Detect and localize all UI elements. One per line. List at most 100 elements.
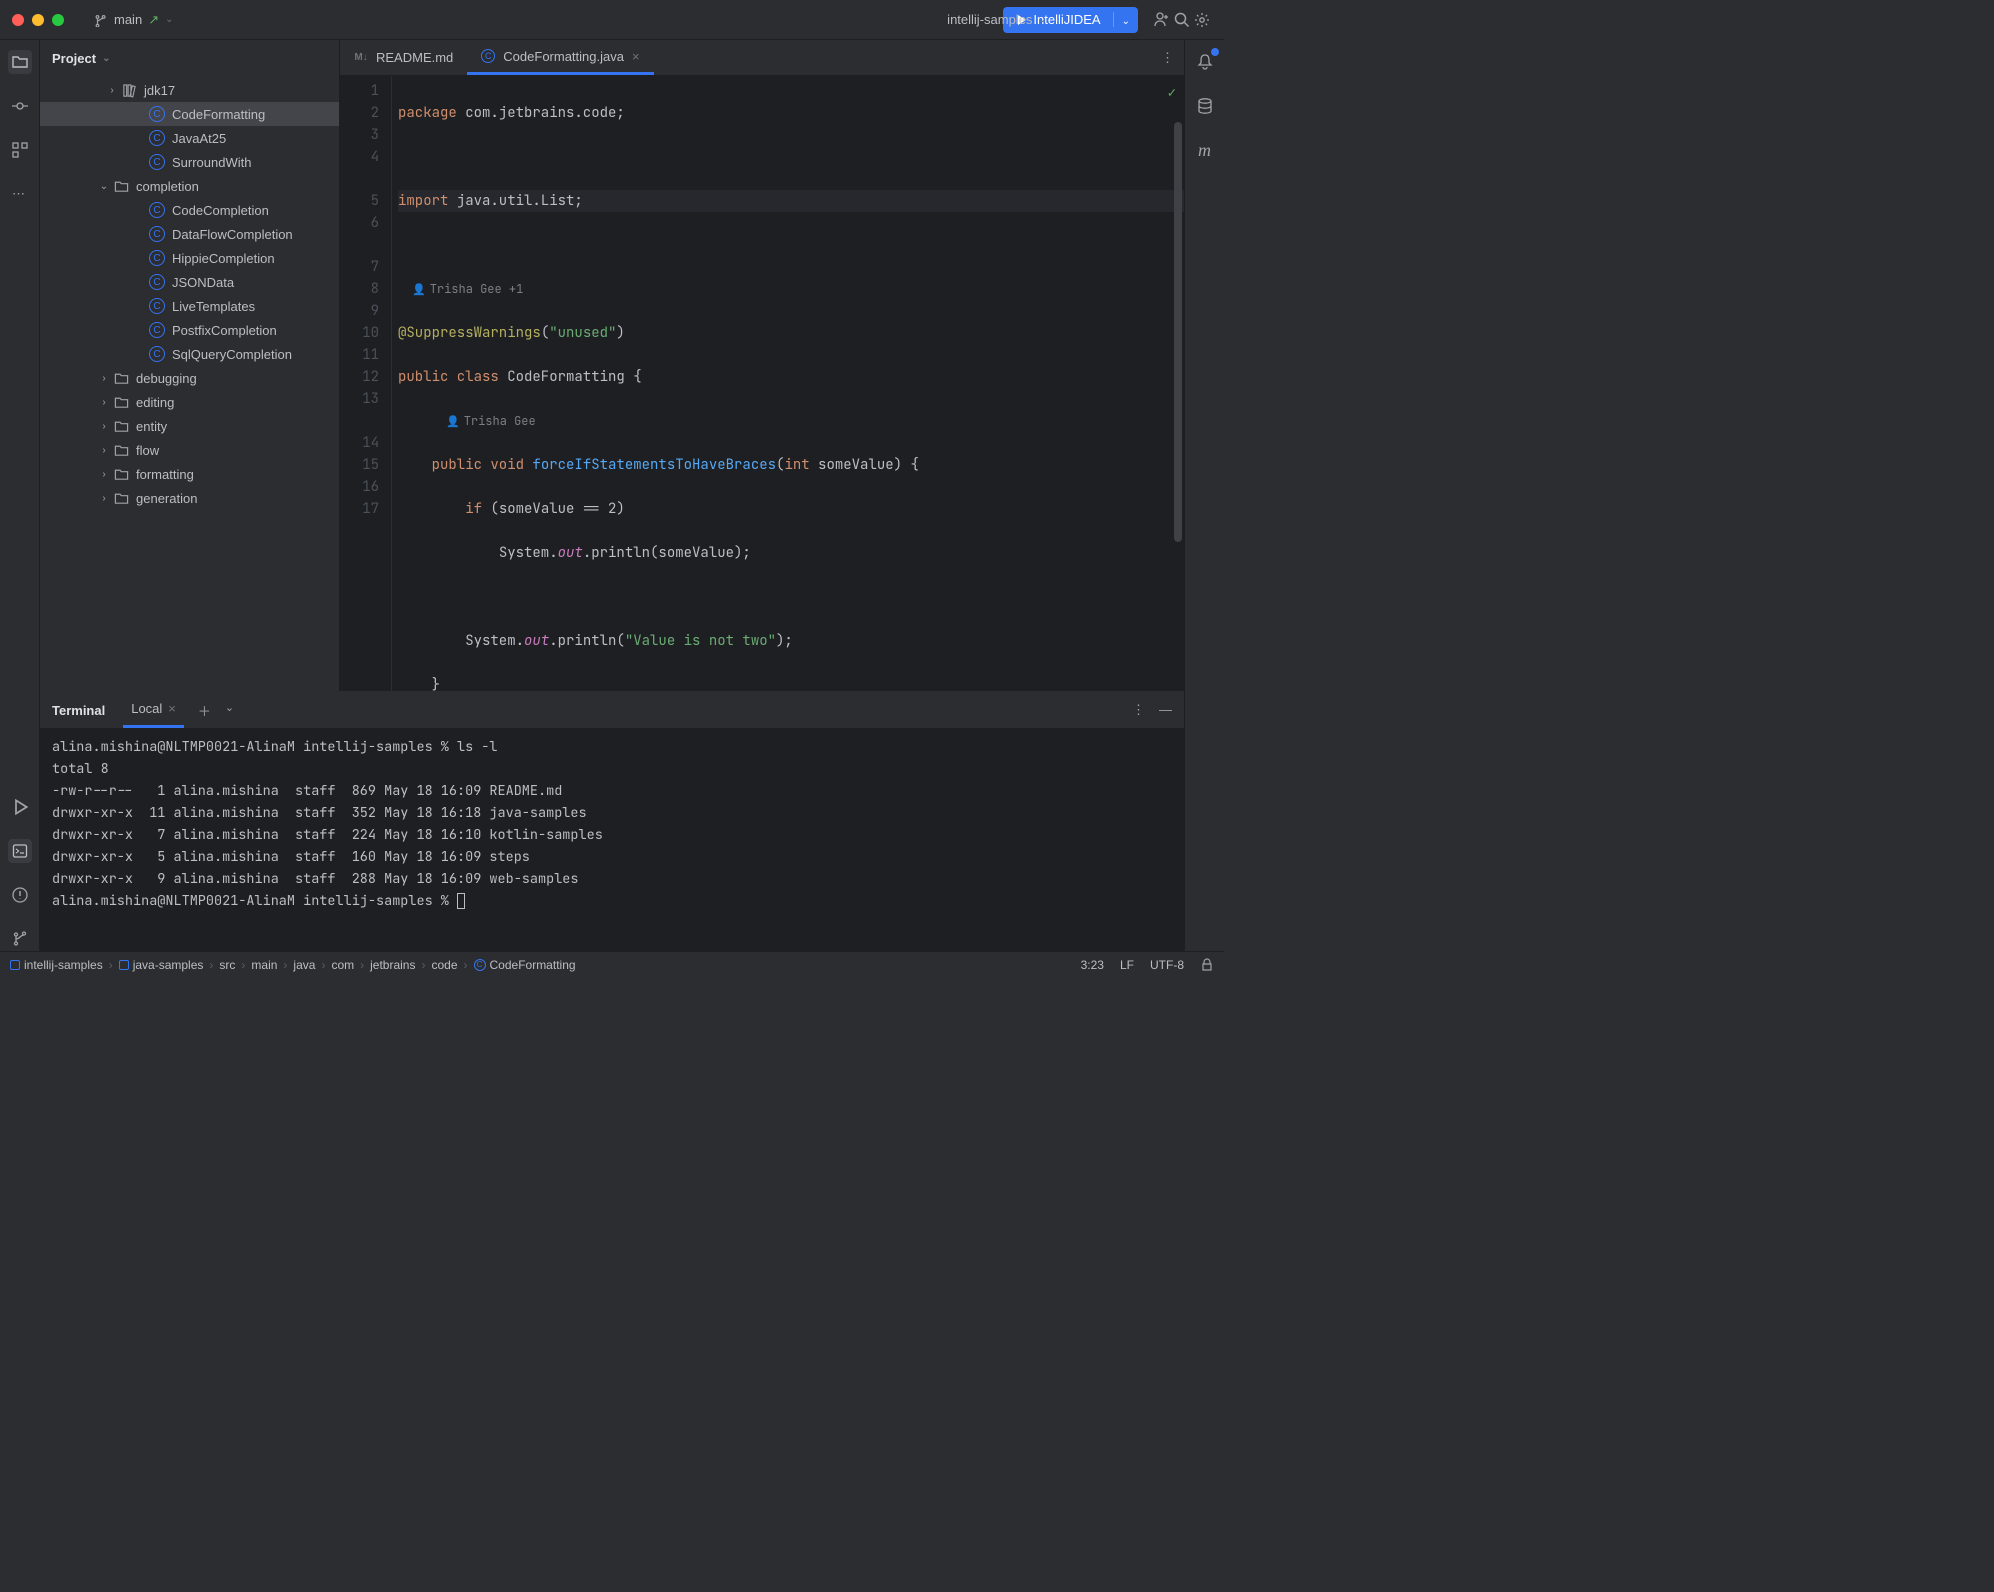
tree-row-formatting[interactable]: ›formatting xyxy=(40,462,339,486)
line-separator[interactable]: LF xyxy=(1120,958,1134,972)
problems-tool-button[interactable] xyxy=(8,883,32,907)
minimize-panel-button[interactable]: — xyxy=(1159,702,1172,718)
editor-body[interactable]: ✓ 1234567891011121314151617 package com.… xyxy=(340,76,1184,691)
chevron-icon: ⌄ xyxy=(96,181,112,192)
tree-row-jsondata[interactable]: CJSONData xyxy=(40,270,339,294)
terminal-more-button[interactable]: ⋮ xyxy=(1132,702,1145,718)
crumb-java[interactable]: java xyxy=(293,958,315,972)
tree-label: SqlQueryCompletion xyxy=(172,347,292,362)
editor: M↓README.mdCCodeFormatting.java×⋮ ✓ 1234… xyxy=(340,40,1184,691)
project-panel-title: Project xyxy=(52,51,96,66)
tree-label: CodeFormatting xyxy=(172,107,265,122)
tree-row-jdk17[interactable]: ›jdk17 xyxy=(40,78,339,102)
tree-row-codeformatting[interactable]: CCodeFormatting xyxy=(40,102,339,126)
minimize-icon[interactable] xyxy=(32,14,44,26)
project-panel-header[interactable]: Project ⌄ xyxy=(40,40,339,76)
more-icon: ⋯ xyxy=(12,186,27,202)
folder-icon xyxy=(112,441,130,459)
file-encoding[interactable]: UTF-8 xyxy=(1150,958,1184,972)
readonly-icon[interactable] xyxy=(1200,958,1214,972)
status-bar: 3:23 LF UTF-8 xyxy=(1081,958,1214,972)
tree-row-completion[interactable]: ⌄completion xyxy=(40,174,339,198)
tree-row-dataflowcompletion[interactable]: CDataFlowCompletion xyxy=(40,222,339,246)
cursor-position[interactable]: 3:23 xyxy=(1081,958,1104,972)
project-title-dropdown[interactable]: intellij-samples ⌄ xyxy=(947,12,1047,27)
tree-row-livetemplates[interactable]: CLiveTemplates xyxy=(40,294,339,318)
notifications-button[interactable] xyxy=(1193,50,1217,74)
vcs-tool-button[interactable] xyxy=(8,927,32,951)
run-dropdown-button[interactable]: ⌄ xyxy=(1113,12,1138,27)
commit-tool-button[interactable] xyxy=(8,94,32,118)
add-terminal-button[interactable]: ＋ xyxy=(198,701,211,720)
line-number: 3 xyxy=(340,124,379,146)
tree-row-surroundwith[interactable]: CSurroundWith xyxy=(40,150,339,174)
terminal-title: Terminal xyxy=(52,703,105,718)
terminal-dropdown[interactable]: ⌄ xyxy=(225,701,234,720)
tree-label: debugging xyxy=(136,371,197,386)
crumb-com[interactable]: com xyxy=(331,958,354,972)
chevron-right-icon: › xyxy=(283,958,287,972)
database-button[interactable] xyxy=(1193,94,1217,118)
settings-button[interactable] xyxy=(1192,10,1212,30)
tree-row-debugging[interactable]: ›debugging xyxy=(40,366,339,390)
crumb-CodeFormatting[interactable]: CCodeFormatting xyxy=(474,958,576,972)
terminal-line: -rw-r--r-- 1 alina.mishina staff 869 May… xyxy=(52,780,1172,802)
tree-label: formatting xyxy=(136,467,194,482)
crumb-code[interactable]: code xyxy=(431,958,457,972)
tree-row-postfixcompletion[interactable]: CPostfixCompletion xyxy=(40,318,339,342)
tree-row-flow[interactable]: ›flow xyxy=(40,438,339,462)
crumb-label: intellij-samples xyxy=(24,958,103,972)
code-with-me-button[interactable] xyxy=(1152,10,1172,30)
tree-row-codecompletion[interactable]: CCodeCompletion xyxy=(40,198,339,222)
git-icon xyxy=(12,931,28,947)
close-icon[interactable] xyxy=(12,14,24,26)
structure-tool-button[interactable] xyxy=(8,138,32,162)
terminal-body[interactable]: alina.mishina@NLTMP0021-AlinaM intellij-… xyxy=(40,728,1184,951)
tree-label: editing xyxy=(136,395,174,410)
tree-row-sqlquerycompletion[interactable]: CSqlQueryCompletion xyxy=(40,342,339,366)
chevron-right-icon: › xyxy=(241,958,245,972)
tree-row-hippiecompletion[interactable]: CHippieCompletion xyxy=(40,246,339,270)
tree-label: JavaAt25 xyxy=(172,131,226,146)
scrollbar[interactable] xyxy=(1174,122,1182,542)
chevron-right-icon: › xyxy=(321,958,325,972)
close-icon[interactable]: × xyxy=(168,701,176,716)
line-number xyxy=(340,410,379,432)
code-area[interactable]: package com.jetbrains.code; import java.… xyxy=(392,76,1184,691)
maximize-icon[interactable] xyxy=(52,14,64,26)
crumb-java-samples[interactable]: java-samples xyxy=(119,958,204,972)
crumb-intellij-samples[interactable]: intellij-samples xyxy=(10,958,103,972)
run-tool-button[interactable] xyxy=(8,795,32,819)
tab-label: CodeFormatting.java xyxy=(503,49,624,64)
crumb-src[interactable]: src xyxy=(219,958,235,972)
tree-row-editing[interactable]: ›editing xyxy=(40,390,339,414)
project-tree[interactable]: ›jdk17CCodeFormattingCJavaAt25CSurroundW… xyxy=(40,76,339,691)
tree-label: jdk17 xyxy=(144,83,175,98)
class-icon: C xyxy=(148,297,166,315)
tree-label: DataFlowCompletion xyxy=(172,227,293,242)
tab-readme-md[interactable]: M↓README.md xyxy=(340,40,467,75)
breadcrumb-bar: intellij-samples›java-samples›src›main›j… xyxy=(0,951,1224,977)
line-number: 14 xyxy=(340,432,379,454)
folder-icon xyxy=(11,53,29,71)
project-tool-button[interactable] xyxy=(8,50,32,74)
terminal-tool-button[interactable] xyxy=(8,839,32,863)
tree-row-entity[interactable]: ›entity xyxy=(40,414,339,438)
editor-more-button[interactable]: ⋮ xyxy=(1161,50,1174,66)
close-icon[interactable]: × xyxy=(632,49,640,64)
tab-codeformatting-java[interactable]: CCodeFormatting.java× xyxy=(467,40,653,75)
vcs-branch-button[interactable]: main ↗ ⌄ xyxy=(94,12,173,28)
folder-icon xyxy=(112,393,130,411)
line-number xyxy=(340,234,379,256)
more-tool-button[interactable]: ⋯ xyxy=(8,182,32,206)
maven-button[interactable]: m xyxy=(1193,138,1217,162)
tree-row-javaat25[interactable]: CJavaAt25 xyxy=(40,126,339,150)
tree-row-generation[interactable]: ›generation xyxy=(40,486,339,510)
play-icon xyxy=(12,799,28,815)
crumb-jetbrains[interactable]: jetbrains xyxy=(370,958,415,972)
line-number: 8 xyxy=(340,278,379,300)
search-button[interactable] xyxy=(1172,10,1192,30)
crumb-main[interactable]: main xyxy=(251,958,277,972)
window-controls xyxy=(12,14,64,26)
terminal-tab-local[interactable]: Local × xyxy=(123,692,184,728)
